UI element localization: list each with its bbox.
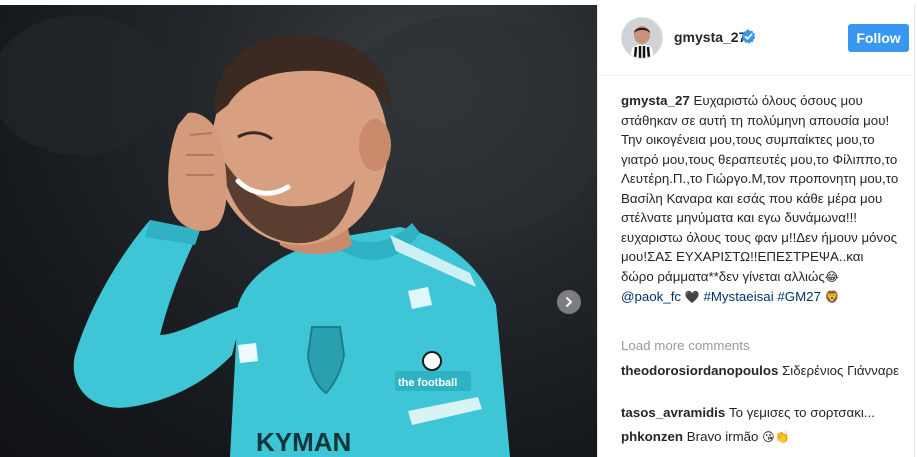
lion-emoji-icon: 🦁 [824, 290, 840, 304]
verified-badge-icon [741, 29, 756, 44]
list-item: theodorosiordanopoulos Σιδερένιος Γιάννα… [621, 361, 899, 381]
comment-text: Το γεμισες το σορτσακι... [728, 405, 875, 420]
comment-username[interactable]: theodorosiordanopoulos [621, 363, 778, 378]
next-photo-button[interactable] [557, 290, 581, 314]
caption-username[interactable]: gmysta_27 [621, 93, 690, 108]
follow-button[interactable]: Follow [848, 24, 909, 52]
caption-text: Ευχαριστώ όλους όσους μου στάθηκαν σε αυ… [621, 93, 899, 284]
post-header: gmysta_27 Follow [598, 5, 914, 76]
comment-text: Σιδερένιος Γιάνναρε [782, 363, 900, 378]
kit-logo-text: the football [398, 377, 457, 389]
header-username[interactable]: gmysta_27 [674, 29, 746, 45]
list-item: phkonzen Bravo irmão 😘👏 [621, 427, 899, 448]
comment-username[interactable]: phkonzen [621, 429, 683, 444]
post-caption: gmysta_27 Ευχαριστώ όλους όσους μου στάθ… [621, 91, 899, 308]
post-sidebar: gmysta_27 Follow gmysta_27 Ευχαριστώ όλο… [597, 5, 915, 457]
hashtag-link-mystaeisai[interactable]: #Mystaeisai [703, 289, 773, 304]
laughing-emoji-icon: 😂 [824, 269, 839, 284]
kit-sponsor-text: KYMAN [256, 427, 351, 457]
player-illustration: the football KYMAN [0, 15, 597, 457]
list-item: tasos_avramidis Το γεμισες το σορτσακι..… [621, 403, 899, 423]
avatar[interactable] [621, 17, 663, 59]
kiss-clap-emoji-icon: 😘👏 [762, 430, 790, 444]
comment-text: Bravo irmão [686, 429, 759, 444]
comment-username[interactable]: tasos_avramidis [621, 405, 725, 420]
load-more-comments-link[interactable]: Load more comments [621, 338, 750, 353]
instagram-post: the football KYMAN gmysta_27 Follow gmys… [0, 0, 917, 457]
hashtag-link-gm27[interactable]: #GM27 [777, 289, 821, 304]
black-heart-emoji-icon: 🖤 [684, 290, 700, 304]
avatar-image [622, 18, 662, 58]
post-photo[interactable]: the football KYMAN [0, 5, 597, 457]
chevron-right-icon [566, 297, 573, 307]
mention-link[interactable]: @paok_fc [621, 289, 681, 304]
